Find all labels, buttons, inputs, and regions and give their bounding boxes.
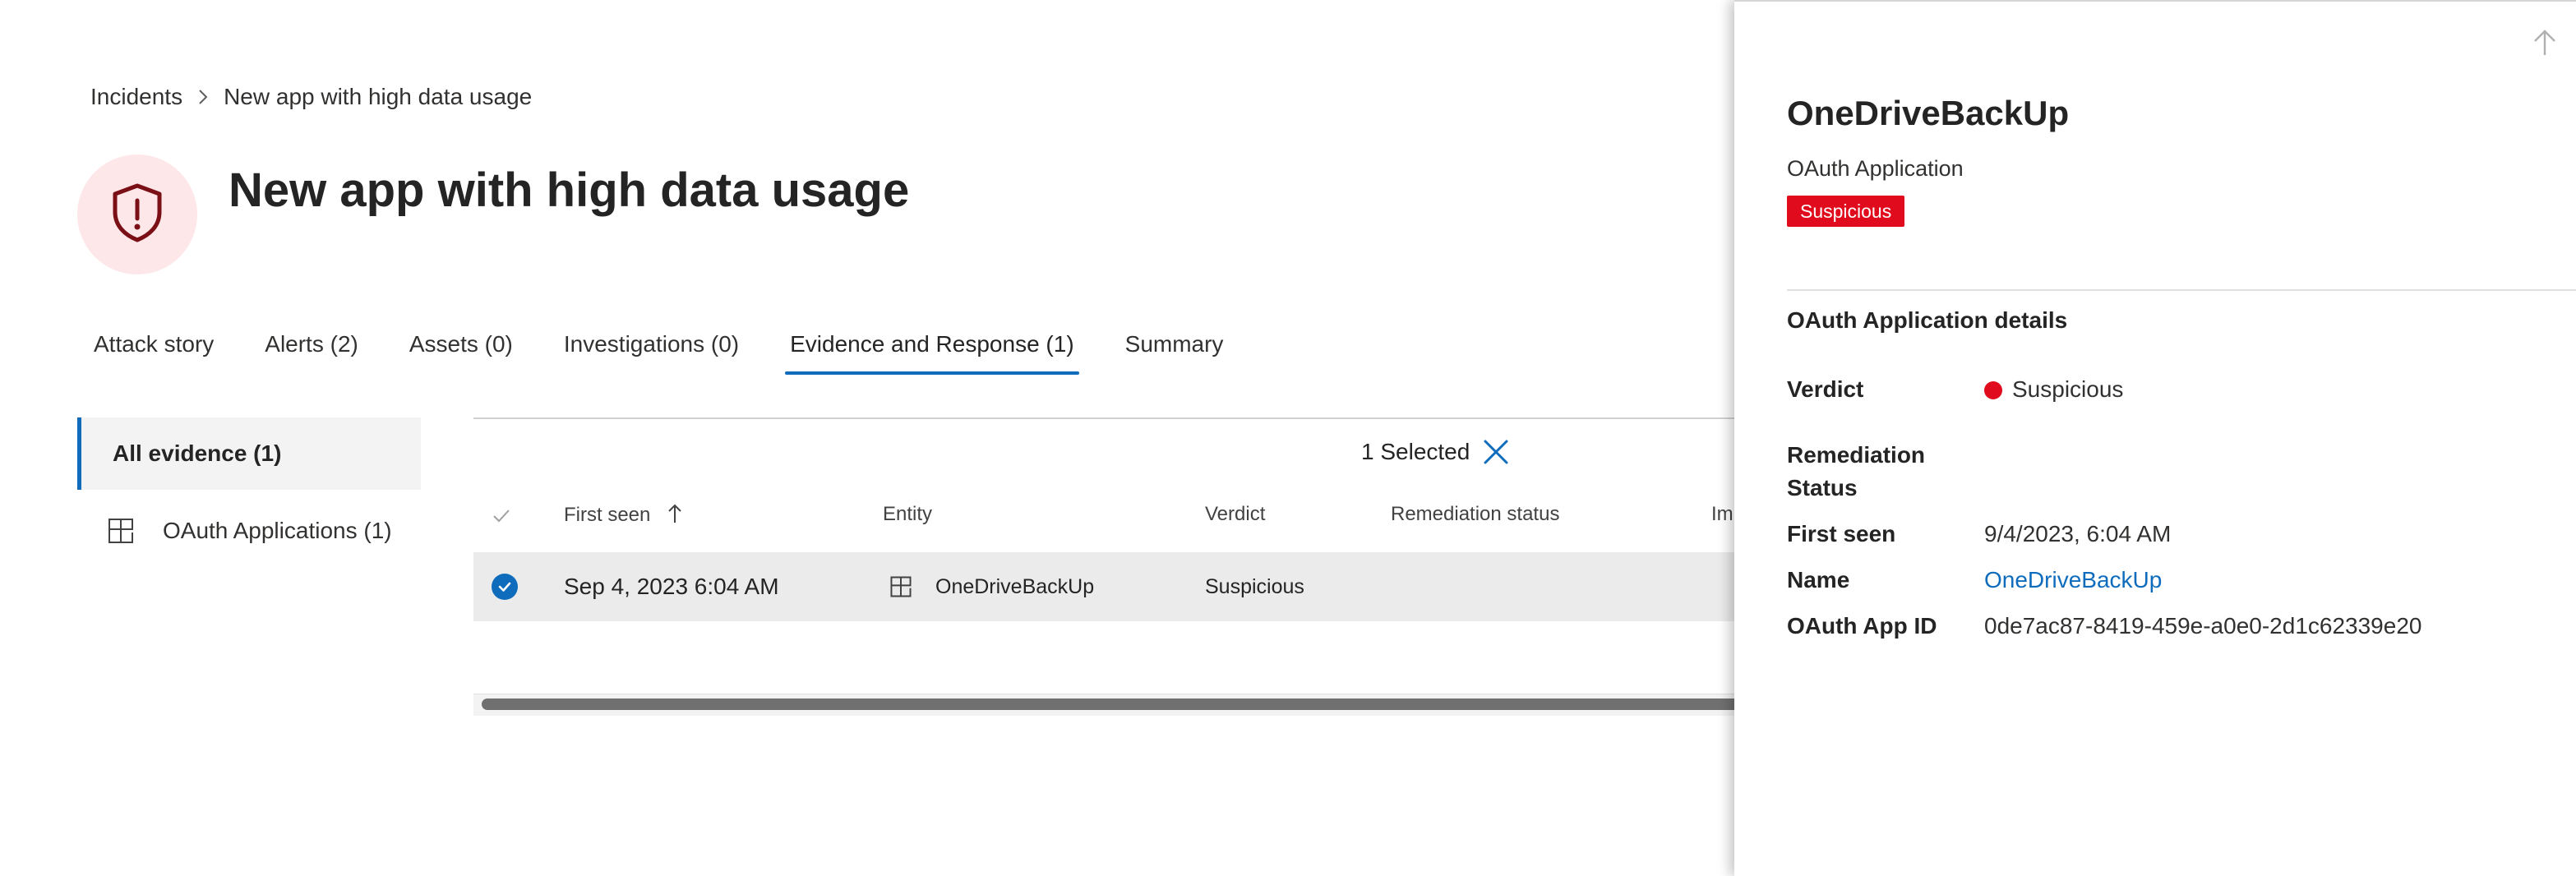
column-remediation-status[interactable]: Remediation status [1391, 503, 1559, 526]
status-dot-icon [1984, 381, 2002, 399]
first-seen-label: First seen [1787, 521, 1896, 546]
column-first-seen-label: First seen [564, 504, 651, 526]
verdict-value: Suspicious [1984, 373, 2123, 406]
oauth-app-id-label: OAuth App ID [1787, 613, 1937, 639]
column-truncated[interactable]: Im [1711, 503, 1733, 526]
page-title: New app with high data usage [229, 164, 910, 217]
oauth-app-id-value: 0de7ac87-8419-459e-a0e0-2d1c62339e20 [1984, 613, 2422, 639]
details-section-title: OAuth Application details [1787, 307, 2068, 333]
row-verdict: Suspicious [1205, 574, 1304, 598]
table-divider [473, 417, 1739, 419]
row-entity-name: OneDriveBackUp [935, 574, 1095, 598]
column-entity[interactable]: Entity [883, 503, 932, 526]
breadcrumb: Incidents New app with high data usage [90, 81, 532, 113]
tab-summary[interactable]: Summary [1122, 327, 1227, 375]
status-badge: Suspicious [1787, 196, 1905, 227]
tab-investigations[interactable]: Investigations (0) [561, 327, 742, 375]
name-link[interactable]: OneDriveBackUp [1984, 564, 2162, 597]
horizontal-scrollbar-thumb[interactable] [482, 698, 1739, 710]
row-select-checkbox[interactable] [492, 552, 518, 621]
arrow-up-icon [667, 503, 682, 530]
tab-attack-story[interactable]: Attack story [90, 327, 217, 375]
incident-tabs: Attack story Alerts (2) Assets (0) Inves… [90, 327, 1271, 375]
select-all-checkmark-icon[interactable] [492, 506, 511, 532]
nav-oauth-applications[interactable]: OAuth Applications (1) [77, 505, 421, 557]
entity-details-panel: OneDriveBackUp OAuth Application Suspici… [1734, 0, 2576, 876]
panel-title: OneDriveBackUp [1787, 94, 2070, 132]
panel-subtitle: OAuth Application [1787, 156, 1964, 181]
tab-assets[interactable]: Assets (0) [406, 327, 516, 375]
verdict-label: Verdict [1787, 376, 1864, 402]
breadcrumb-incidents-link[interactable]: Incidents [90, 84, 182, 110]
tab-alerts[interactable]: Alerts (2) [261, 327, 362, 375]
breadcrumb-current: New app with high data usage [224, 84, 533, 109]
remediation-status-label: Remediation Status [1787, 442, 1926, 500]
verdict-value-text: Suspicious [2012, 376, 2124, 402]
column-first-seen[interactable]: First seen [564, 503, 682, 530]
nav-all-evidence[interactable]: All evidence (1) [77, 417, 421, 490]
nav-all-evidence-label: All evidence (1) [113, 440, 282, 466]
name-label: Name [1787, 567, 1850, 592]
chevron-right-icon [197, 88, 209, 106]
incident-icon-badge [77, 154, 197, 274]
row-entity[interactable]: OneDriveBackUp [889, 552, 1094, 621]
app-grid-icon [107, 517, 135, 545]
row-first-seen: Sep 4, 2023 6:04 AM [564, 574, 779, 599]
table-row[interactable]: Sep 4, 2023 6:04 AM OneDriveBackUp Suspi… [473, 552, 1739, 621]
arrow-up-icon[interactable] [2532, 28, 2558, 62]
selection-bar: 1 Selected [1361, 434, 1511, 470]
close-icon[interactable] [1481, 437, 1511, 467]
tab-evidence-and-response[interactable]: Evidence and Response (1) [785, 327, 1079, 375]
table-header: First seen Entity Verdict Remediation st… [473, 496, 1739, 537]
panel-divider [1787, 289, 2576, 291]
first-seen-value: 9/4/2023, 6:04 AM [1984, 521, 2172, 546]
shield-alert-icon [108, 182, 166, 247]
app-grid-icon [889, 575, 912, 598]
column-verdict[interactable]: Verdict [1205, 503, 1265, 526]
checkmark-circle-icon [492, 574, 518, 600]
nav-oauth-applications-label: OAuth Applications (1) [163, 518, 392, 543]
selected-count: 1 Selected [1361, 439, 1470, 464]
